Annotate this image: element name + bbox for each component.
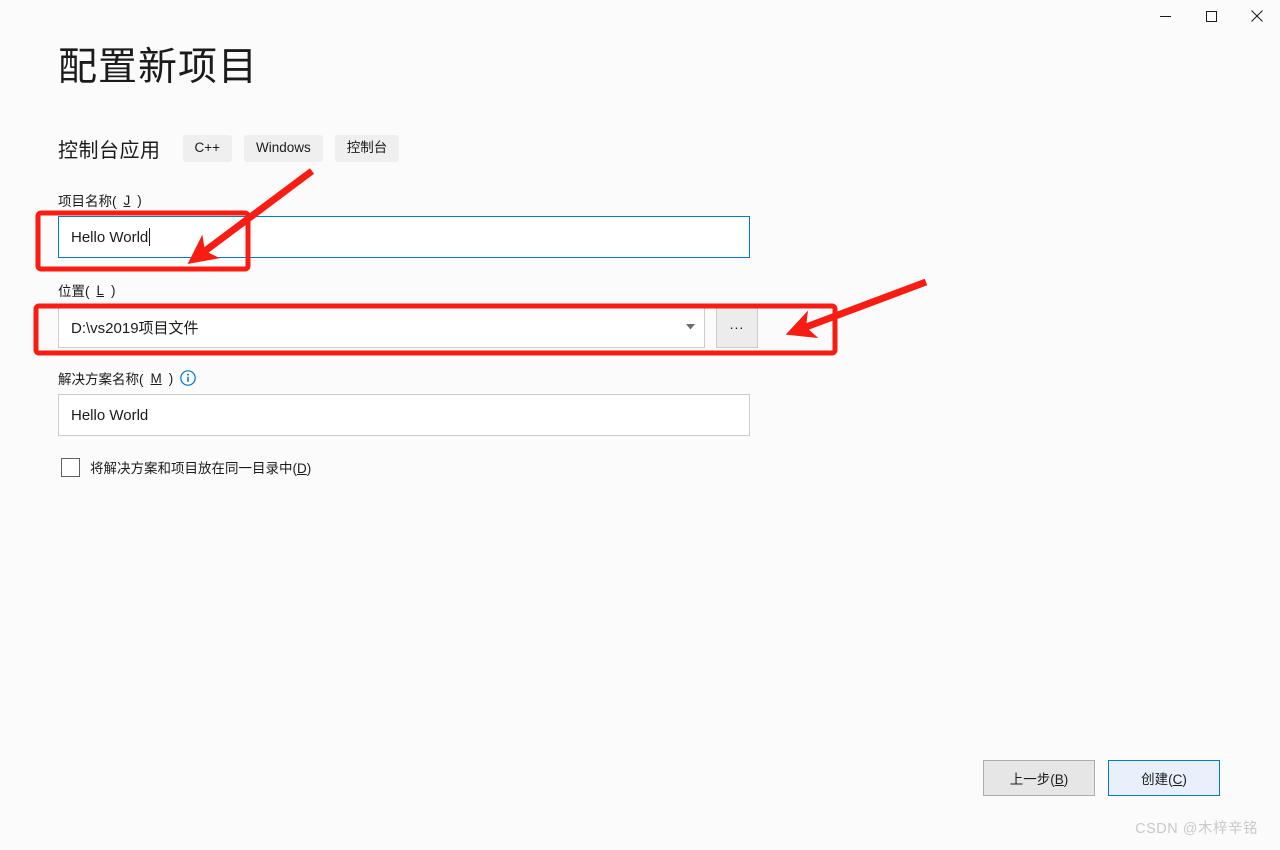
location-value: D:\vs2019项目文件 [71,319,199,337]
template-summary-row: 控制台应用 C++ Windows 控制台 [58,134,400,163]
info-circle-icon[interactable] [180,370,197,386]
minimize-button[interactable] [1142,0,1188,32]
location-mnemonic: L [96,282,105,298]
same-directory-checkbox-row[interactable]: 将解决方案和项目放在同一目录中(D) [61,457,758,477]
project-name-value: Hello World [71,228,149,246]
create-button-suffix: ) [1182,772,1187,787]
chevron-down-icon[interactable] [678,324,704,330]
location-label: 位置( L) [58,280,758,300]
tag-language: C++ [182,135,233,162]
location-combobox[interactable]: D:\vs2019项目文件 [58,306,705,348]
browse-folder-button[interactable]: ... [715,306,758,348]
close-icon [1251,10,1263,22]
minimize-icon [1159,15,1171,17]
solution-name-label: 解决方案名称( M) [58,368,758,388]
project-config-form: 项目名称( J) Hello World 位置( L) D:\vs2019项目文件 … [58,190,758,477]
back-button-suffix: ) [1063,772,1069,787]
location-label-suffix: ) [111,282,116,298]
location-label-text: 位置( [58,284,90,299]
create-button[interactable]: 创建(C) [1108,760,1220,796]
window-titlebar [0,0,1280,42]
solution-name-value: Hello World [71,406,149,424]
back-button-text: 上一步( [1009,772,1055,787]
browse-button-arrow [785,278,928,339]
tag-platform: Windows [244,135,323,162]
watermark: CSDN @木梓辛铭 [1135,821,1258,837]
info-circle-glyph [180,370,197,386]
project-name-input[interactable]: Hello World [58,216,750,258]
page-title: 配置新项目 [58,46,259,89]
same-directory-label-suffix: ) [306,461,312,476]
chevron-down-glyph [686,324,696,330]
tag-project-type: 控制台 [334,135,400,162]
solution-name-label-text: 解决方案名称( [58,372,144,387]
same-directory-label: 将解决方案和项目放在同一目录中(D) [90,457,311,477]
project-name-label: 项目名称( J) [58,190,758,210]
solution-name-mnemonic: M [150,370,162,386]
project-name-label-text: 项目名称( [58,194,117,209]
location-row: D:\vs2019项目文件 ... [58,306,758,348]
create-button-mnemonic: C [1172,772,1183,787]
create-button-text: 创建( [1141,772,1173,787]
solution-name-input[interactable]: Hello World [58,394,750,436]
maximize-button[interactable] [1188,0,1234,32]
dialog-footer: 上一步(B) 创建(C) [0,760,1280,796]
back-button[interactable]: 上一步(B) [983,760,1095,796]
same-directory-label-text: 将解决方案和项目放在同一目录中( [90,461,297,476]
maximize-icon [1205,10,1217,22]
project-name-mnemonic: J [123,192,131,208]
same-directory-checkbox[interactable] [61,457,80,477]
text-caret [149,228,151,246]
close-button[interactable] [1234,0,1280,32]
same-directory-mnemonic: D [297,461,307,476]
template-name: 控制台应用 [58,140,161,162]
back-button-mnemonic: B [1054,772,1064,787]
project-name-label-suffix: ) [137,192,142,208]
solution-name-label-suffix: ) [168,370,174,386]
